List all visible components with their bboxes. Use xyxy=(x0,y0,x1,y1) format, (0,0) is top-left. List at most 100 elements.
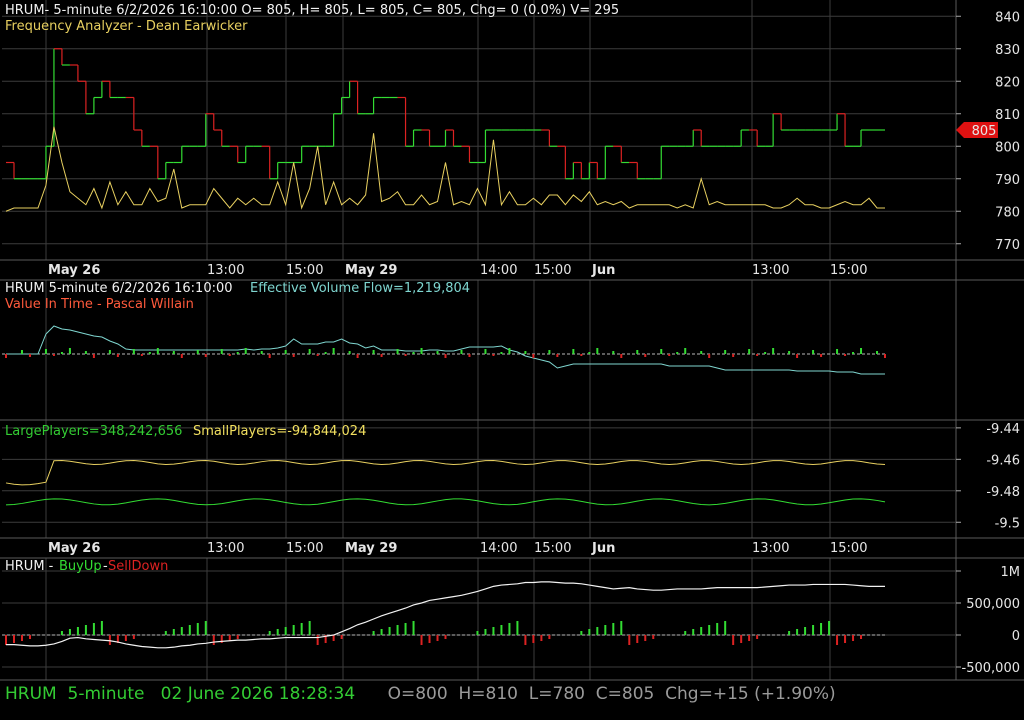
large-players-line xyxy=(5,460,886,486)
buyup-bar-101 xyxy=(812,625,815,635)
vit-bar-down-47 xyxy=(380,354,383,357)
vit-bar-down-3 xyxy=(28,354,31,357)
buyup-bar-36 xyxy=(292,625,295,635)
selldown-bar-3 xyxy=(28,635,31,639)
vit-bar-up-96 xyxy=(772,348,775,354)
date-label-row2-1: 13:00 xyxy=(207,541,244,556)
buyup-bar-37 xyxy=(300,623,303,635)
vit-bar-down-88 xyxy=(708,354,711,358)
date-label-row2-3: May 29 xyxy=(345,541,397,556)
buyup-bar-88 xyxy=(708,625,711,635)
vit-bar-down-69 xyxy=(556,354,559,357)
vit-bar-down-91 xyxy=(732,354,735,357)
vit-bar-up-41 xyxy=(332,348,335,354)
buyup-bar-100 xyxy=(804,627,807,635)
vit-bar-down-11 xyxy=(92,354,95,358)
selldown-bar-79 xyxy=(636,635,639,643)
buyup-bar-102 xyxy=(820,623,823,635)
vit-bar-up-16 xyxy=(132,349,135,354)
vit-bar-up-7 xyxy=(60,352,63,354)
y-tick-label-p4-3: -500,000 xyxy=(962,661,1020,676)
vit-bar-up-104 xyxy=(836,349,839,354)
buyup-bar-35 xyxy=(284,627,287,635)
buyup-bar-21 xyxy=(172,629,175,635)
vit-bar-up-68 xyxy=(548,350,551,354)
vit-bar-up-49 xyxy=(396,349,399,354)
vit-bar-down-0 xyxy=(5,354,7,358)
vit-bar-down-33 xyxy=(268,354,271,358)
vit-bar-up-85 xyxy=(684,348,687,354)
y-tick-label-p3-3: -9.5 xyxy=(995,516,1020,531)
buyup-bar-77 xyxy=(620,621,623,635)
vit-bar-down-102 xyxy=(820,354,823,357)
vit-bar-up-43 xyxy=(348,351,351,354)
y-tick-label-p1-4: 810 xyxy=(995,108,1020,123)
selldown-bar-55 xyxy=(444,635,447,639)
vit-bar-down-17 xyxy=(140,354,143,356)
panel3-large-label: LargePlayers=348,242,656 xyxy=(5,424,182,439)
selldown-bar-78 xyxy=(628,635,631,645)
buyup-bar-90 xyxy=(724,621,727,635)
vit-bar-up-13 xyxy=(108,350,111,354)
selldown-bar-94 xyxy=(756,635,759,639)
buyup-bar-24 xyxy=(196,623,199,635)
buyup-bar-72 xyxy=(580,631,583,635)
status-symbol: HRUM xyxy=(5,684,57,704)
vit-bar-down-83 xyxy=(668,354,671,356)
vit-bar-up-62 xyxy=(500,352,503,354)
selldown-bar-104 xyxy=(836,635,839,645)
buyup-bar-86 xyxy=(692,629,695,635)
vit-bar-down-80 xyxy=(644,354,647,357)
selldown-bar-29 xyxy=(236,635,239,639)
date-label-row2-6: Jun xyxy=(591,541,615,556)
selldown-bar-81 xyxy=(652,635,655,639)
vit-bar-up-65 xyxy=(524,351,527,354)
vit-bar-down-94 xyxy=(756,354,759,356)
buyup-bar-22 xyxy=(180,627,183,635)
status-close: C=805 xyxy=(595,684,655,704)
selldown-bar-65 xyxy=(524,635,527,645)
vit-bar-down-99 xyxy=(796,354,799,358)
selldown-bar-107 xyxy=(860,635,863,639)
buyup-bar-38 xyxy=(308,621,311,635)
buyup-bar-85 xyxy=(684,631,687,635)
buyup-bar-46 xyxy=(372,631,375,635)
panel1-header: HRUM- 5-minute 6/2/2026 16:10:00 O= 805,… xyxy=(5,3,619,18)
y-tick-label-p1-6: 830 xyxy=(995,43,1020,58)
selldown-bar-26 xyxy=(212,635,215,645)
selldown-bar-15 xyxy=(124,635,127,641)
selldown-bar-54 xyxy=(436,635,439,641)
y-tick-label-p1-0: 770 xyxy=(995,238,1020,253)
vit-bar-up-21 xyxy=(172,351,175,354)
vit-bar-down-110 xyxy=(884,354,886,358)
status-change: Chg=+15 (+1.90%) xyxy=(665,684,836,704)
vit-bar-up-40 xyxy=(324,352,327,354)
vit-bar-down-25 xyxy=(204,354,207,357)
vit-bar-up-109 xyxy=(876,351,879,354)
buyup-bar-75 xyxy=(604,625,607,635)
date-label-row1-3: May 29 xyxy=(345,263,397,278)
buyup-bar-20 xyxy=(164,631,167,635)
y-tick-label-p4-2: 0 xyxy=(1012,629,1020,644)
selldown-bar-80 xyxy=(644,635,647,641)
buyup-bar-34 xyxy=(276,629,279,635)
selldown-bar-42 xyxy=(340,635,343,639)
panel2-header: HRUM 5-minute 6/2/2026 16:10:00 xyxy=(5,281,233,296)
vit-bar-down-72 xyxy=(580,354,583,356)
vit-bar-down-44 xyxy=(356,354,359,358)
selldown-bar-91 xyxy=(732,635,735,645)
panel4-ticker: HRUM - xyxy=(5,559,54,574)
buyup-bar-59 xyxy=(476,631,479,635)
buyup-bar-23 xyxy=(188,625,191,635)
vit-bar-up-27 xyxy=(220,349,223,354)
panel1-subtitle: Frequency Analyzer - Dean Earwicker xyxy=(5,19,248,34)
date-label-row2-5: 15:00 xyxy=(534,541,571,556)
vit-bar-down-14 xyxy=(116,354,119,357)
date-label-row1-7: 13:00 xyxy=(752,263,789,278)
vit-bar-down-61 xyxy=(492,354,495,356)
buyup-bar-99 xyxy=(796,629,799,635)
vit-bar-up-29 xyxy=(236,352,239,354)
selldown-bar-52 xyxy=(420,635,423,645)
panel4-buy-label: BuyUp xyxy=(59,559,102,574)
vit-bar-up-54 xyxy=(436,351,439,354)
